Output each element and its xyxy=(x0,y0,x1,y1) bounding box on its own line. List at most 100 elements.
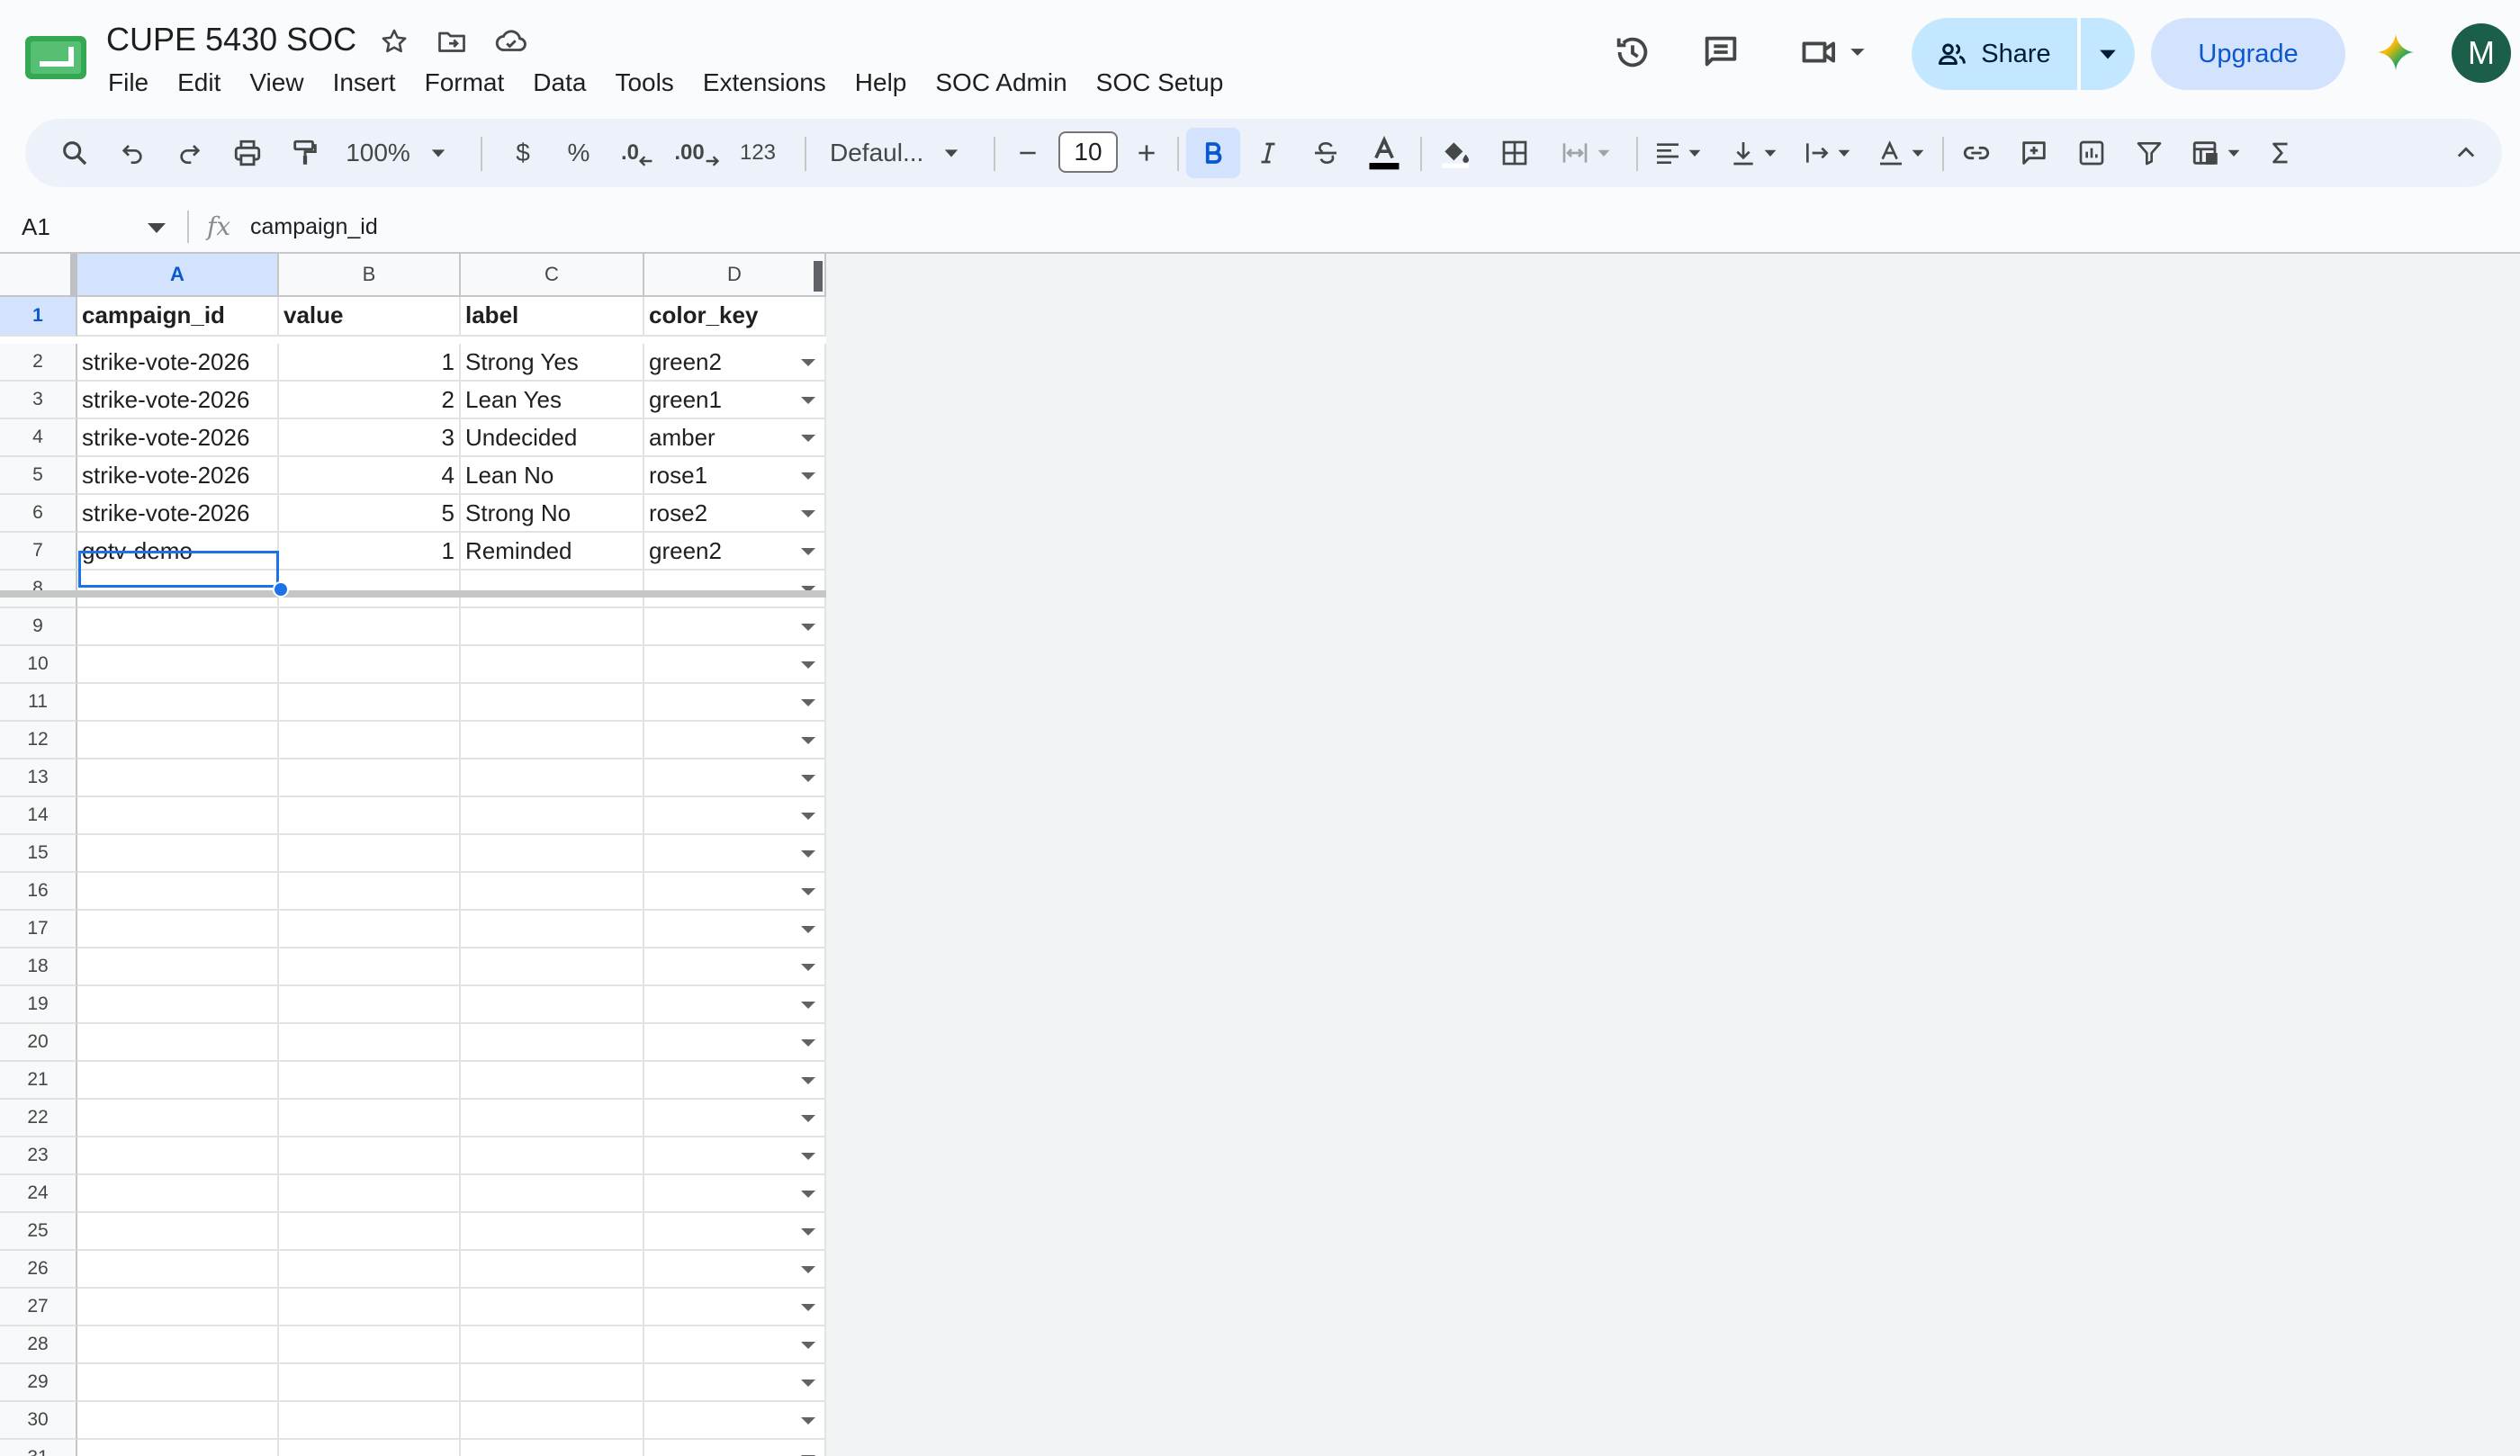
cell-b14[interactable] xyxy=(279,797,461,835)
cell-d2[interactable]: green2 xyxy=(644,344,826,382)
cell-b11[interactable] xyxy=(279,684,461,722)
menu-soc-setup[interactable]: SOC Setup xyxy=(1082,63,1238,103)
cell-c1[interactable]: label xyxy=(461,297,644,337)
chevron-down-icon[interactable] xyxy=(148,223,166,234)
cell-b24[interactable] xyxy=(279,1175,461,1213)
dropdown-chip-arrow-icon[interactable] xyxy=(801,472,815,480)
select-all-corner[interactable] xyxy=(0,254,77,297)
dropdown-chip-arrow-icon[interactable] xyxy=(801,1153,815,1160)
dropdown-chip-arrow-icon[interactable] xyxy=(801,661,815,669)
cell-b28[interactable] xyxy=(279,1326,461,1364)
row-header[interactable]: 1 xyxy=(0,297,77,337)
cell-a2[interactable]: strike-vote-2026 xyxy=(77,344,279,382)
cell-a23[interactable] xyxy=(77,1137,279,1175)
text-color-icon[interactable] xyxy=(1359,119,1409,187)
cell-b30[interactable] xyxy=(279,1402,461,1440)
cell-b26[interactable] xyxy=(279,1251,461,1289)
cell-b2[interactable]: 1 xyxy=(279,344,461,382)
cell-a31[interactable] xyxy=(77,1440,279,1456)
cell-d22[interactable] xyxy=(644,1100,826,1137)
cell-c27[interactable] xyxy=(461,1289,644,1326)
cloud-saved-icon[interactable] xyxy=(493,23,529,59)
cell-a26[interactable] xyxy=(77,1251,279,1289)
cell-b18[interactable] xyxy=(279,948,461,986)
cell-b10[interactable] xyxy=(279,646,461,684)
sheets-logo-icon[interactable] xyxy=(25,34,86,81)
search-menus-icon[interactable] xyxy=(52,119,97,187)
cell-d14[interactable] xyxy=(644,797,826,835)
dropdown-chip-arrow-icon[interactable] xyxy=(801,964,815,971)
cell-a20[interactable] xyxy=(77,1024,279,1062)
cell-b19[interactable] xyxy=(279,986,461,1024)
cell-d12[interactable] xyxy=(644,722,826,759)
cell-c19[interactable] xyxy=(461,986,644,1024)
dropdown-chip-arrow-icon[interactable] xyxy=(801,624,815,631)
cell-b13[interactable] xyxy=(279,759,461,797)
upgrade-button[interactable]: Upgrade xyxy=(2151,18,2345,90)
cell-d3[interactable]: green1 xyxy=(644,382,826,419)
cell-a24[interactable] xyxy=(77,1175,279,1213)
row-header[interactable]: 5 xyxy=(0,457,77,495)
cell-d19[interactable] xyxy=(644,986,826,1024)
print-icon[interactable] xyxy=(225,119,270,187)
menu-edit[interactable]: Edit xyxy=(163,63,235,103)
dropdown-chip-arrow-icon[interactable] xyxy=(801,1266,815,1273)
cell-d1[interactable]: color_key xyxy=(644,297,826,337)
column-header-b[interactable]: B xyxy=(279,254,461,297)
zoom-select[interactable]: 100% xyxy=(342,119,450,187)
cell-d28[interactable] xyxy=(644,1326,826,1364)
cell-d6[interactable]: rose2 xyxy=(644,495,826,533)
dropdown-chip-arrow-icon[interactable] xyxy=(801,510,815,517)
vertical-align-icon[interactable] xyxy=(1721,119,1786,187)
cell-a15[interactable] xyxy=(77,835,279,873)
cell-d11[interactable] xyxy=(644,684,826,722)
functions-icon[interactable] xyxy=(2257,119,2304,187)
cell-a12[interactable] xyxy=(77,722,279,759)
dropdown-chip-arrow-icon[interactable] xyxy=(801,699,815,706)
cell-d5[interactable]: rose1 xyxy=(644,457,826,495)
dropdown-chip-arrow-icon[interactable] xyxy=(801,435,815,442)
cell-a11[interactable] xyxy=(77,684,279,722)
cell-c21[interactable] xyxy=(461,1062,644,1100)
cell-d18[interactable] xyxy=(644,948,826,986)
bold-icon[interactable] xyxy=(1186,128,1240,178)
row-header[interactable]: 24 xyxy=(0,1175,77,1213)
row-header[interactable]: 7 xyxy=(0,533,77,571)
increase-decimal-button[interactable]: .00 xyxy=(670,119,724,187)
cell-b21[interactable] xyxy=(279,1062,461,1100)
cell-d13[interactable] xyxy=(644,759,826,797)
cell-a14[interactable] xyxy=(77,797,279,835)
cell-d26[interactable] xyxy=(644,1251,826,1289)
cell-a21[interactable] xyxy=(77,1062,279,1100)
dropdown-chip-arrow-icon[interactable] xyxy=(801,775,815,782)
row-header[interactable]: 12 xyxy=(0,722,77,759)
cell-a29[interactable] xyxy=(77,1364,279,1402)
cell-b20[interactable] xyxy=(279,1024,461,1062)
row-header[interactable]: 21 xyxy=(0,1062,77,1100)
cell-d7[interactable]: green2 xyxy=(644,533,826,571)
cell-b27[interactable] xyxy=(279,1289,461,1326)
filter-views-icon[interactable] xyxy=(2183,119,2248,187)
version-history-icon[interactable] xyxy=(1607,27,1658,77)
menu-file[interactable]: File xyxy=(94,63,163,103)
row-header[interactable]: 17 xyxy=(0,911,77,948)
filter-icon[interactable] xyxy=(2126,119,2173,187)
horizontal-align-icon[interactable] xyxy=(1645,119,1710,187)
menu-data[interactable]: Data xyxy=(518,63,600,103)
gemini-icon[interactable] xyxy=(2371,27,2421,77)
cell-a8[interactable] xyxy=(77,571,279,608)
meet-call-icon[interactable] xyxy=(1795,27,1876,77)
cell-b3[interactable]: 2 xyxy=(279,382,461,419)
row-header[interactable]: 25 xyxy=(0,1213,77,1251)
cell-c9[interactable] xyxy=(461,608,644,646)
row-header[interactable]: 23 xyxy=(0,1137,77,1175)
column-header-d[interactable]: D xyxy=(644,254,826,297)
row-header[interactable]: 3 xyxy=(0,382,77,419)
cell-c23[interactable] xyxy=(461,1137,644,1175)
cell-c5[interactable]: Lean No xyxy=(461,457,644,495)
dropdown-chip-arrow-icon[interactable] xyxy=(801,359,815,366)
cell-b17[interactable] xyxy=(279,911,461,948)
cell-a4[interactable]: strike-vote-2026 xyxy=(77,419,279,457)
cell-c20[interactable] xyxy=(461,1024,644,1062)
menu-tools[interactable]: Tools xyxy=(600,63,688,103)
